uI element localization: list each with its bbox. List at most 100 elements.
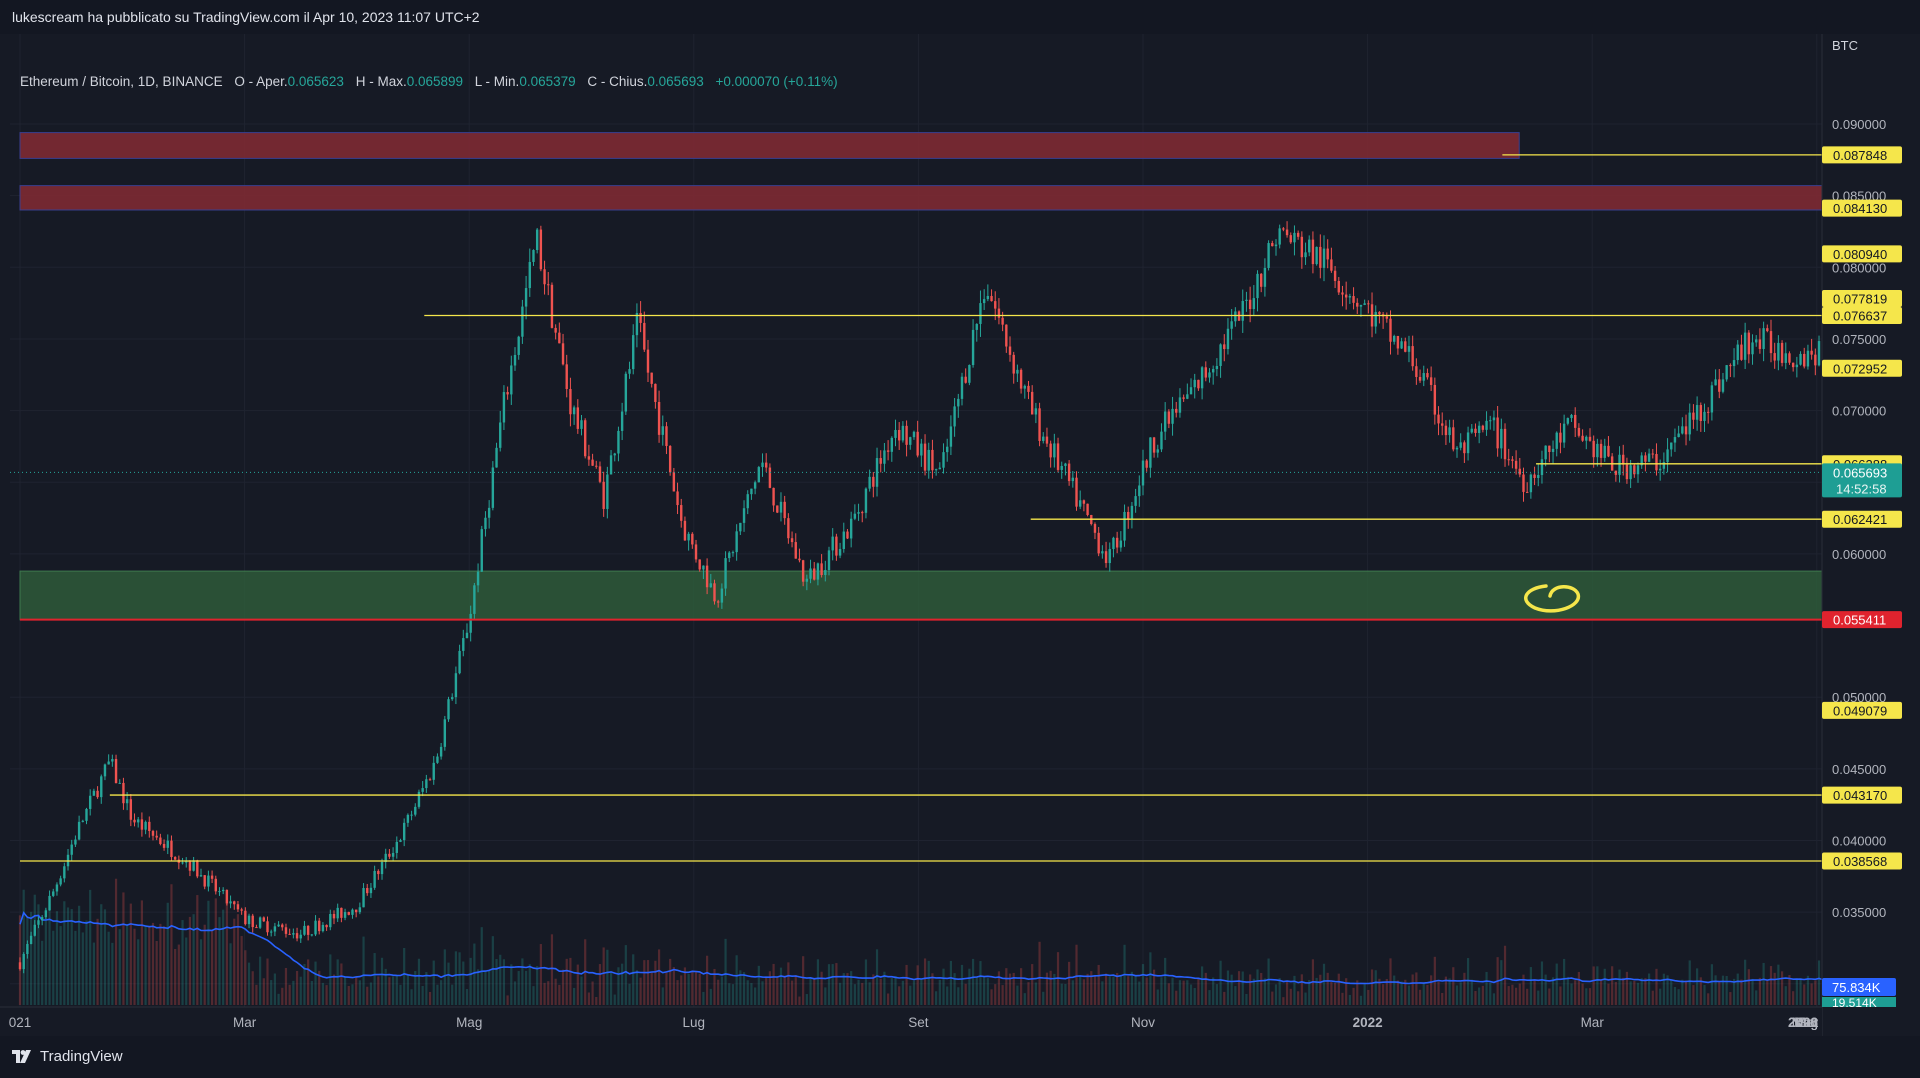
candle-up [491,467,495,508]
level-price-tag[interactable]: 0.076637 [1822,306,1902,324]
volume-bar [569,957,572,1005]
candle-down [1027,385,1030,392]
candle-up [1016,369,1019,374]
candle-up [44,910,48,918]
resistance-zone[interactable] [19,132,1520,159]
volume-bar [126,924,129,1005]
candle-down [772,487,775,506]
candle-up [809,568,812,579]
volume-bar [392,976,395,1005]
candle-up [1603,445,1606,458]
candle-down [1559,432,1562,443]
level-price-tag[interactable]: 0.062421 [1822,510,1902,528]
level-price-tag[interactable]: 0.043170 [1822,786,1902,804]
volume-bar [1289,988,1292,1005]
level-price-tag[interactable]: 0.049079 [1822,701,1902,719]
candle-up [968,365,971,383]
volume-bar [1721,975,1725,1005]
candle-up [52,891,55,896]
candle-down [1341,292,1344,295]
level-price-tag[interactable]: 0.072952 [1822,359,1902,377]
candle-down [251,915,254,928]
candle-down [1444,425,1448,436]
symbol-label[interactable]: Ethereum / Bitcoin, 1D, BINANCE [20,74,223,89]
volume-bar [366,986,369,1005]
candle-up [1714,379,1717,386]
volume-bar [1736,973,1739,1005]
volume-bar [754,987,757,1005]
volume-bar [1075,944,1078,1005]
candle-up [1596,443,1599,458]
level-price-tag[interactable]: 0.080940 [1822,245,1902,263]
volume-bar [1160,977,1163,1005]
volume-bar [388,977,391,1005]
candle-down [366,888,369,894]
volume-bar [1651,990,1654,1005]
level-price-tag[interactable]: 0.038568 [1822,852,1902,870]
volume-bar [151,922,155,1005]
candle-up [1023,385,1026,389]
bottom-bar: TradingView [0,1036,1920,1078]
volume-bar [469,957,472,1005]
price-chart[interactable]: 0.0900000.0850000.0800000.0750000.070000… [0,34,1920,1036]
volume-bar [1540,961,1544,1005]
candle-up [927,449,930,471]
current-price-tag[interactable]: 0.06569314:52:58 [1822,463,1902,498]
candle-up [979,303,982,324]
candle-up [1263,267,1267,287]
candle-down [639,312,642,323]
candle-down [140,819,144,830]
candle-down [1396,335,1400,349]
candle-down [1093,524,1097,533]
volume-bar [1555,963,1558,1005]
volume-bar [1119,975,1122,1005]
candle-up [85,808,88,821]
candle-down [1581,435,1584,441]
critical-level-price-tag[interactable]: 0.055411 [1822,611,1902,629]
low-label: L - Min. [474,74,520,89]
candle-down [1330,259,1333,271]
price-tag-label: 0.087848 [1833,148,1887,163]
resistance-zone[interactable] [19,185,1823,211]
candle-down [1049,443,1052,458]
volume-bar [1285,982,1289,1005]
brand[interactable]: TradingView [12,1048,123,1065]
volume-bar [975,977,978,1005]
volume-bar [665,972,668,1005]
candle-up [1470,428,1473,433]
candle-down [698,559,701,570]
open-label: O - Aper. [234,74,288,89]
volume-bar [802,956,805,1005]
candle-down [801,560,805,582]
level-price-tag[interactable]: 0.077819 [1822,290,1902,308]
volume-bar [55,911,59,1005]
candle-up [406,814,410,823]
candle-up [1123,511,1126,541]
volume-bar [1208,990,1211,1005]
candle-up [1215,365,1219,370]
level-price-tag[interactable]: 0.084130 [1822,199,1902,217]
candle-down [897,429,901,441]
volume-bar [210,930,214,1005]
volume-bar [813,977,816,1005]
candle-down [1503,428,1507,460]
volume-bar [547,981,550,1005]
level-price-tag[interactable]: 0.087848 [1822,146,1902,164]
volume-bar [1145,977,1148,1005]
volume-bar [971,958,975,1005]
volume-bar [1618,969,1621,1005]
candle-up [447,699,450,720]
chart-area[interactable]: 0.090000 0.085000 0.080000 0.075000 0.070000… [0,34,1920,1036]
candle-down [284,927,288,934]
volume-bar [447,962,450,1005]
candle-up [125,799,129,804]
candle-up [1662,462,1666,469]
candle-up [192,860,195,871]
volume-bar [1740,979,1743,1005]
volume-bar [624,945,627,1005]
candle-down [1577,427,1581,436]
candle-down [1452,427,1455,450]
candle-down [1758,339,1762,349]
volume-bar [1489,982,1492,1005]
candle-down [1607,445,1610,457]
